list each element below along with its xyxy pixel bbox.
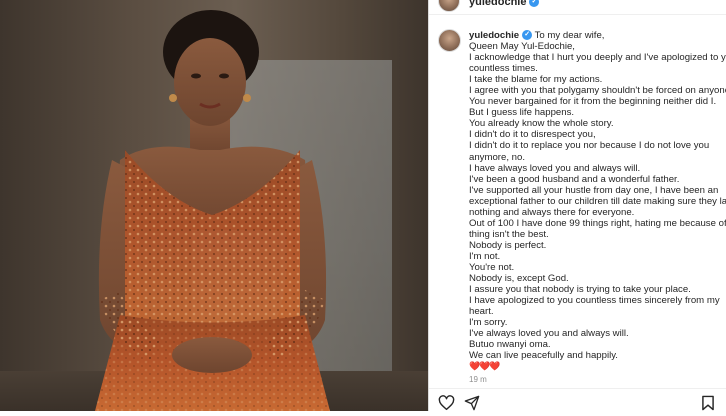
caption-line: We can live peacefully and happily. [469,350,618,362]
caption-line: Queen May Yul-Edochie, [469,41,575,53]
verified-badge-icon: ✓ [522,30,533,41]
caption-line: You never bargained for it from the begi… [469,96,717,108]
post-caption: yuledochie ✓ To my dear wife, Queen May Y… [469,30,726,372]
caption-line: I've always loved you and always will. [469,328,629,340]
caption-username[interactable]: yuledochie [469,30,519,41]
caption-line: I acknowledge that I hurt you deeply and… [469,52,726,64]
caption-line: I take the blame for my actions. [469,74,603,86]
caption-line: anymore, no. [469,151,525,163]
heart-emojis: ❤️❤️❤️ [469,361,501,372]
caption-line: I didn't do it to disrespect you, [469,129,596,141]
header-username[interactable]: yuledochie [469,0,526,8]
bookmark-outline-icon[interactable] [701,395,719,413]
caption-line: I didn't do it to replace you nor becaus… [469,140,710,152]
post-header: yuledochie ✓ [429,0,726,15]
header-username-link[interactable]: yuledochie ✓ [469,0,540,8]
caption-line: Out of 100 I have done 99 things right, … [469,217,726,229]
caption-line: But I guess life happens. [469,107,575,119]
caption-line: countless times. [469,63,538,75]
caption-line: Butuo nwanyi oma. [469,339,551,351]
caption-line: nothing and always there for everyone. [469,206,635,218]
caption-line: exceptional father to our children till … [469,195,726,207]
caption-line: thing isn't the best. [469,228,549,240]
face [174,38,246,126]
caption-line: heart. [469,306,494,318]
header-avatar[interactable] [438,0,460,12]
caption-line: I assure you that nobody is trying to ta… [469,284,691,296]
caption-line: You're not. [469,261,515,273]
caption-line: I'm sorry. [469,317,508,329]
caption-avatar[interactable] [438,29,461,52]
post-action-bar [429,388,726,412]
verified-badge-icon: ✓ [529,0,540,8]
post-timestamp[interactable]: 19 m [469,375,487,384]
caption-line: I agree with you that polygamy shouldn't… [469,85,726,97]
caption-line: Nobody is, except God. [469,273,569,285]
caption-line: I've supported all your hustle from day … [469,184,719,196]
caption-line: I'm not. [469,250,501,262]
caption-line: I have apologized to you countless times… [469,295,720,307]
post-side-panel: yuledochie ✓ yuledochie ✓ To my dear wife,… [428,0,726,411]
caption-line: To my dear wife, [534,30,605,41]
caption-line: Nobody is perfect. [469,239,547,251]
hands [172,337,252,373]
heart-outline-icon[interactable] [438,395,456,413]
caption-line: You already know the whole story. [469,118,614,130]
paper-plane-icon[interactable] [464,395,482,413]
caption-line: I have always loved you and always will. [469,162,641,174]
woman-in-orange-gown-illustration [95,10,330,411]
post-photo[interactable] [0,0,428,411]
caption-line: I've been a good husband and a wonderful… [469,173,680,185]
